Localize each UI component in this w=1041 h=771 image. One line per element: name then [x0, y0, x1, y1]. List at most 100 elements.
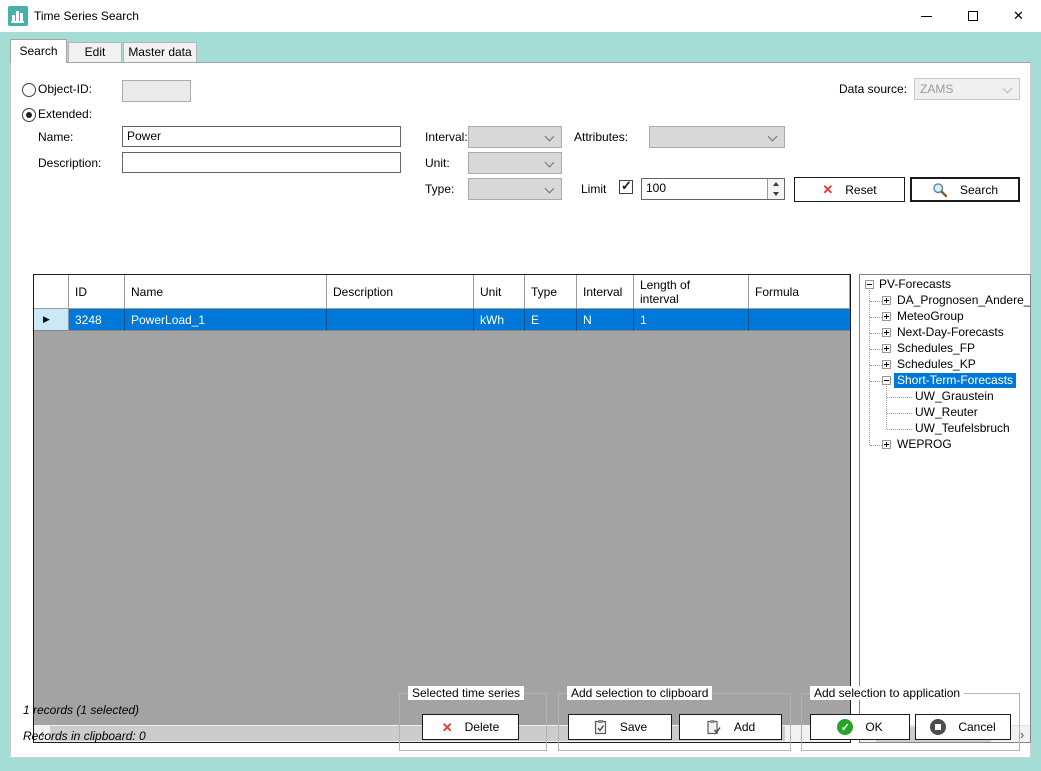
unit-select[interactable]: [468, 152, 562, 174]
save-button[interactable]: Save: [568, 714, 672, 740]
grid-corner-header[interactable]: [34, 275, 69, 309]
selected-time-series-group: Selected time series ✕ Delete: [399, 686, 547, 751]
row-header[interactable]: ▶: [34, 309, 69, 331]
tree-item-label[interactable]: WEPROG: [894, 437, 955, 452]
description-input[interactable]: [122, 152, 401, 173]
tree-item-label[interactable]: UW_Graustein: [912, 389, 997, 404]
tree-item: DA_Prognosen_Andere_: [860, 293, 1030, 309]
tree-item-selected: Short-Term-Forecasts: [860, 373, 1030, 389]
tree-item: MeteoGroup: [860, 309, 1030, 325]
maximize-button[interactable]: [950, 0, 995, 32]
tree-item-label[interactable]: Schedules_KP: [894, 357, 979, 372]
tree-item: Next-Day-Forecasts: [860, 325, 1030, 341]
tree-item-label[interactable]: Schedules_FP: [894, 341, 978, 356]
tree-item: UW_Reuter: [860, 405, 1030, 421]
results-grid: ID Name Description Unit Type Interval L…: [33, 274, 851, 743]
column-header-unit[interactable]: Unit: [474, 275, 525, 309]
tree-item-label[interactable]: Short-Term-Forecasts: [894, 373, 1017, 388]
expand-icon[interactable]: [882, 344, 891, 353]
application-group: Add selection to application ✓ OK Cancel: [801, 686, 1020, 751]
stepper-up-button[interactable]: [768, 179, 784, 189]
object-id-radio[interactable]: [22, 83, 36, 97]
ok-button-label: OK: [865, 720, 883, 734]
check-icon: ✓: [621, 178, 632, 193]
forecast-tree: PV-Forecasts DA_Prognosen_Andere_ MeteoG…: [859, 274, 1031, 743]
tree-item-label[interactable]: UW_Reuter: [912, 405, 981, 420]
tree-item: Schedules_FP: [860, 341, 1030, 357]
expand-icon[interactable]: [882, 312, 891, 321]
chevron-down-icon: [767, 131, 778, 142]
add-clipboard-icon: [707, 720, 721, 735]
cell-description[interactable]: [327, 309, 474, 331]
limit-stepper[interactable]: 100: [641, 178, 785, 200]
cell-interval[interactable]: N: [577, 309, 634, 331]
tab-search[interactable]: Search: [10, 39, 67, 63]
name-input[interactable]: Power: [122, 126, 401, 147]
expand-icon[interactable]: [882, 296, 891, 305]
window-title: Time Series Search: [34, 9, 139, 23]
type-select[interactable]: [468, 178, 562, 200]
tab-master-data[interactable]: Master data: [123, 42, 197, 62]
column-header-interval[interactable]: Interval: [577, 275, 634, 309]
reset-x-icon: ✕: [822, 182, 834, 197]
delete-button[interactable]: ✕ Delete: [422, 714, 519, 740]
tree-item-label[interactable]: MeteoGroup: [894, 309, 967, 324]
cancel-button[interactable]: Cancel: [915, 714, 1011, 740]
interval-select[interactable]: [468, 126, 562, 148]
column-header-formula[interactable]: Formula: [749, 275, 850, 309]
cell-unit[interactable]: kWh: [474, 309, 525, 331]
group-title: Add selection to application: [810, 686, 965, 700]
magnifier-icon: [933, 182, 948, 197]
column-header-description[interactable]: Description: [327, 275, 474, 309]
cell-name[interactable]: PowerLoad_1: [125, 309, 327, 331]
attributes-select[interactable]: [649, 126, 785, 148]
object-id-input[interactable]: [122, 80, 191, 102]
collapse-icon[interactable]: [865, 280, 874, 289]
collapse-icon[interactable]: [882, 376, 891, 385]
interval-label: Interval:: [425, 130, 468, 144]
ok-check-icon: ✓: [837, 719, 854, 735]
column-header-name[interactable]: Name: [125, 275, 327, 309]
tree-item-label[interactable]: Next-Day-Forecasts: [894, 325, 1007, 340]
stepper-down-button[interactable]: [768, 189, 784, 199]
extended-radio[interactable]: [22, 108, 36, 122]
data-source-select[interactable]: ZAMS: [914, 78, 1020, 100]
application-window: Time Series Search ✕ Search Edit Master …: [0, 0, 1041, 771]
search-button[interactable]: Search: [910, 177, 1020, 202]
chevron-down-icon: [544, 183, 555, 194]
minimize-button[interactable]: [904, 0, 949, 32]
chevron-down-icon: [1002, 83, 1013, 94]
add-button[interactable]: Add: [679, 714, 782, 740]
name-label: Name:: [38, 130, 74, 144]
cell-length-of-interval[interactable]: 1: [634, 309, 749, 331]
tree-item: WEPROG: [860, 437, 1030, 453]
column-header-id[interactable]: ID: [69, 275, 125, 309]
expand-icon[interactable]: [882, 360, 891, 369]
column-header-type[interactable]: Type: [525, 275, 577, 309]
attributes-label: Attributes:: [574, 130, 629, 144]
tab-edit[interactable]: Edit: [68, 42, 122, 62]
reset-button[interactable]: ✕ Reset: [794, 177, 905, 202]
ok-button[interactable]: ✓ OK: [810, 714, 910, 740]
close-button[interactable]: ✕: [996, 0, 1041, 32]
tree-item: PV-Forecasts: [860, 277, 1030, 293]
group-title: Add selection to clipboard: [567, 686, 713, 700]
description-label: Description:: [38, 156, 102, 170]
cell-formula[interactable]: [749, 309, 850, 331]
tree-item-label[interactable]: DA_Prognosen_Andere_: [894, 293, 1030, 308]
expand-icon[interactable]: [882, 440, 891, 449]
column-header-length-of-interval[interactable]: Length of interval: [634, 275, 749, 309]
row-indicator-icon: ▶: [43, 314, 50, 324]
search-tab-page: Object-ID: Data source: ZAMS Extended: N…: [10, 62, 1031, 758]
limit-value: 100: [646, 181, 667, 195]
tree-item-label[interactable]: UW_Teufelsbruch: [912, 421, 1013, 436]
clipboard-group: Add selection to clipboard Save Add: [558, 686, 791, 751]
cell-type[interactable]: E: [525, 309, 577, 331]
expand-icon[interactable]: [882, 328, 891, 337]
limit-checkbox[interactable]: ✓: [619, 178, 633, 194]
cancel-button-label: Cancel: [958, 720, 996, 734]
tree-item: UW_Graustein: [860, 389, 1030, 405]
cell-id[interactable]: 3248: [69, 309, 125, 331]
delete-x-icon: ✕: [441, 719, 453, 735]
tree-item-label[interactable]: PV-Forecasts: [876, 277, 954, 292]
